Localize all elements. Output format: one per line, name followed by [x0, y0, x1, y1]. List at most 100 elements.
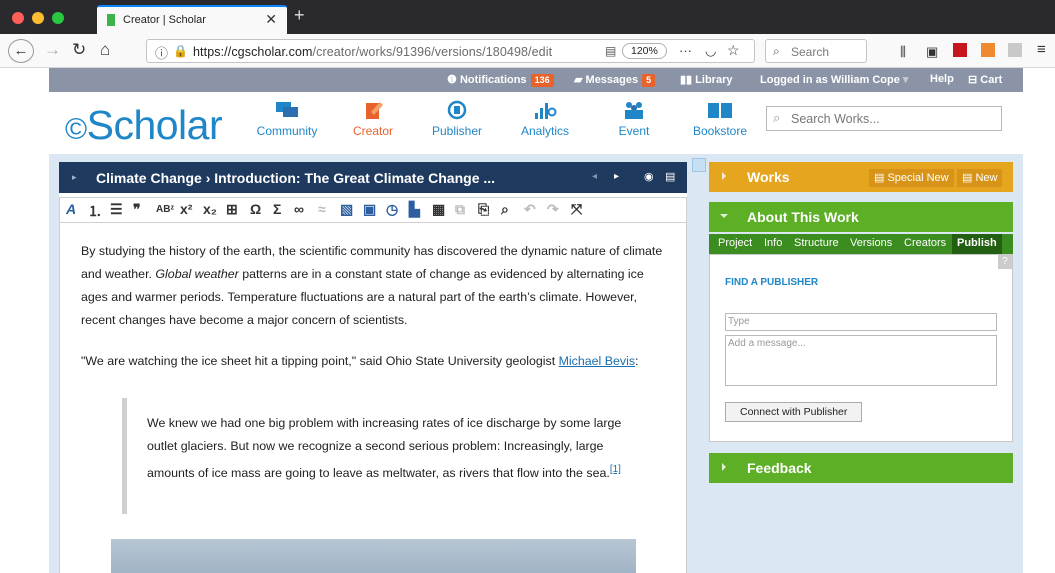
minimize-window-button[interactable] [32, 12, 44, 24]
pocket-icon[interactable]: ◡ [705, 43, 716, 59]
notifications-count-badge: 136 [530, 74, 554, 87]
works-bar[interactable]: Works ▤ Special New ▤ New [709, 162, 1013, 192]
tab-structure[interactable]: Structure [794, 237, 839, 249]
new-tab-icon[interactable]: + [294, 5, 305, 26]
quote-icon[interactable]: ❞ [133, 201, 141, 218]
gallery-icon[interactable]: ▦ [432, 201, 445, 218]
expand-arrow-icon [722, 463, 726, 471]
tab-publish[interactable]: Publish [952, 234, 1002, 254]
search-works-input[interactable]: ⌕ Search Works... [766, 106, 1002, 131]
prev-arrow-icon[interactable]: ◂ [592, 171, 597, 182]
nav-event[interactable]: Event [606, 100, 662, 138]
nav-publisher[interactable]: Publisher [426, 100, 488, 138]
nav-analytics[interactable]: Analytics [514, 100, 576, 138]
user-menu[interactable]: Logged in as William Cope ▾ [760, 73, 908, 86]
search-icon: ⌕ [773, 44, 780, 58]
scholar-extension-icon[interactable] [981, 43, 995, 57]
michael-bevis-link[interactable]: Michael Bevis [559, 354, 635, 368]
redo-icon[interactable]: ↷ [547, 201, 559, 218]
type-input[interactable]: Type [725, 313, 997, 331]
sidebar-icon[interactable]: ▣ [926, 42, 938, 62]
zoom-indicator[interactable]: 120% [622, 43, 667, 59]
copy-icon[interactable]: ⧉ [455, 201, 465, 218]
extension-icon[interactable] [1008, 43, 1022, 57]
connect-with-publisher-button[interactable]: Connect with Publisher [725, 402, 863, 422]
nav-creator[interactable]: Creator [345, 100, 401, 138]
tab-creators[interactable]: Creators [904, 237, 946, 249]
font-style-icon[interactable]: A [66, 201, 76, 217]
eye-icon[interactable]: ◉ [644, 170, 654, 183]
print-icon[interactable]: ▤ [665, 170, 675, 183]
paragraph-1: By studying the history of the earth, th… [81, 244, 663, 327]
find-icon[interactable]: ⌕ [501, 201, 509, 218]
close-window-button[interactable] [12, 12, 24, 24]
library-link[interactable]: ▮▮ Library [680, 73, 732, 86]
library-icon[interactable]: ⫼ [900, 42, 906, 62]
help-link[interactable]: Help [930, 73, 954, 85]
tab-info[interactable]: Info [764, 237, 782, 249]
paste-icon[interactable]: ⎘ [478, 201, 489, 218]
message-textarea[interactable]: Add a message... [725, 335, 997, 386]
messages-link[interactable]: ▰ Messages 5 [574, 73, 656, 87]
fullscreen-icon[interactable]: ⤧ [571, 201, 582, 218]
cart-icon: ⊟ [968, 74, 978, 86]
reader-view-icon[interactable]: ▤ [605, 44, 616, 58]
browser-tab[interactable]: Creator | Scholar ✕ [97, 5, 287, 34]
bookmark-star-icon[interactable]: ☆ [727, 42, 740, 59]
omega-icon[interactable]: Ω [250, 201, 261, 217]
table-icon[interactable]: ⊞ [226, 201, 238, 218]
forward-icon[interactable]: → [44, 40, 61, 60]
unordered-list-icon[interactable]: ☰ [110, 201, 123, 218]
link-icon[interactable]: ∞ [294, 201, 304, 217]
pdf-extension-icon[interactable] [953, 43, 967, 57]
scholar-logo[interactable]: ©Scholar [65, 102, 223, 149]
nav-community[interactable]: Community [256, 100, 318, 138]
footnote-link[interactable]: [1] [610, 464, 621, 475]
blockquote: We knew we had one big problem with incr… [147, 416, 622, 481]
feedback-bar[interactable]: Feedback [709, 453, 1013, 483]
close-tab-icon[interactable]: ✕ [265, 11, 277, 28]
notifications-link[interactable]: ❶ Notifications 136 [447, 73, 554, 87]
home-icon[interactable]: ⌂ [100, 40, 110, 60]
nav-bookstore[interactable]: Bookstore [689, 100, 751, 138]
panel-handle-icon[interactable] [692, 158, 706, 172]
sigma-icon[interactable]: Σ [273, 201, 281, 217]
paragraph-2: "We are watching the ice sheet hit a tip… [81, 354, 639, 368]
people-icon [625, 102, 643, 119]
document-icon: ▤ [962, 172, 973, 184]
media-icon[interactable]: ◷ [386, 201, 398, 218]
document-body[interactable]: By studying the history of the earth, th… [59, 223, 687, 573]
attachment-icon[interactable]: ▙ [409, 201, 420, 218]
back-icon[interactable]: ← [8, 39, 34, 63]
image-icon[interactable]: ▧ [340, 201, 353, 218]
reload-icon[interactable]: ↻ [72, 40, 86, 60]
chat-bubbles-icon [276, 102, 298, 117]
tab-versions[interactable]: Versions [850, 237, 892, 249]
special-new-button[interactable]: ▤ Special New [869, 169, 954, 187]
browser-search-input[interactable]: ⌕ Search [765, 39, 867, 63]
help-icon[interactable]: ? [998, 255, 1012, 269]
search-icon: ⌕ [773, 110, 781, 125]
page-actions-icon[interactable]: ··· [679, 43, 692, 58]
tab-project[interactable]: Project [718, 237, 752, 249]
new-button[interactable]: ▤ New [957, 169, 1003, 187]
menu-icon[interactable]: ≡ [1037, 40, 1046, 60]
video-icon[interactable]: ▣ [363, 201, 376, 218]
superscript-icon[interactable]: x² [180, 201, 192, 217]
about-this-work-bar[interactable]: About This Work [709, 202, 1013, 232]
ordered-list-icon[interactable]: ⒈ [88, 201, 102, 221]
editor-panel: ▸ Climate Change › Introduction: The Gre… [59, 158, 706, 573]
superscript-ab-icon[interactable]: ABᶻ [156, 204, 174, 215]
undo-icon[interactable]: ↶ [524, 201, 536, 218]
cart-link[interactable]: ⊟ Cart [968, 73, 1002, 86]
next-arrow-icon[interactable]: ▸ [614, 171, 619, 182]
url-bar[interactable]: ⓘ 🔒 https://cgscholar.com/creator/works/… [146, 39, 755, 63]
subscript-icon[interactable]: x₂ [203, 201, 217, 217]
url-text[interactable]: https://cgscholar.com/creator/works/9139… [193, 45, 552, 59]
expand-arrow-icon[interactable]: ▸ [72, 172, 77, 183]
maximize-window-button[interactable] [52, 12, 64, 24]
editor-title-bar: ▸ Climate Change › Introduction: The Gre… [59, 162, 687, 193]
editor-title: Climate Change › Introduction: The Great… [96, 170, 496, 186]
info-icon[interactable]: ⓘ [155, 43, 168, 62]
unlink-icon[interactable]: ≈ [318, 201, 326, 217]
